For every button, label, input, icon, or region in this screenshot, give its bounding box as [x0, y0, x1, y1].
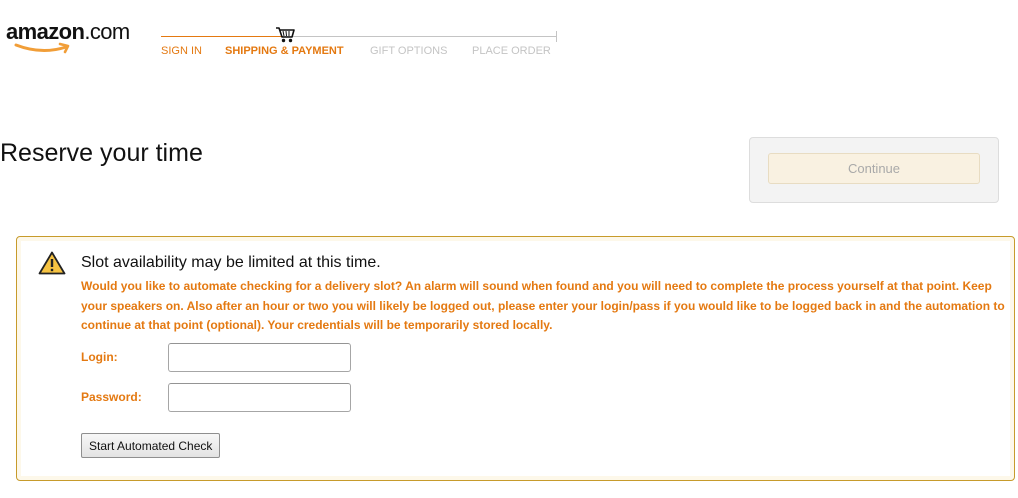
password-label: Password: [81, 390, 142, 404]
progress-line-pending [283, 36, 557, 37]
progress-endcap [556, 31, 557, 42]
alert-message: Would you like to automate checking for … [81, 279, 1005, 332]
amazon-logo[interactable]: amazon.com [6, 20, 146, 56]
logo-wordmark: amazon.com [6, 20, 146, 44]
cart-icon [276, 27, 295, 43]
alert-heading: Slot availability may be limited at this… [81, 254, 381, 271]
login-input[interactable] [168, 343, 351, 372]
checkout-page: amazon.com SIGN IN SHIPPING & PAYMENT GI… [0, 0, 1018, 498]
step-place-order: PLACE ORDER [472, 45, 551, 57]
start-automated-check-button[interactable]: Start Automated Check [81, 433, 221, 458]
page-title: Reserve your time [0, 139, 203, 167]
progress-line-complete [161, 36, 283, 37]
step-shipping-payment: SHIPPING & PAYMENT [225, 45, 344, 57]
slot-availability-alert: Slot availability may be limited at this… [16, 236, 1015, 481]
step-sign-in[interactable]: SIGN IN [161, 45, 202, 57]
continue-button[interactable]: Continue [768, 153, 980, 184]
logo-name: amazon [6, 19, 85, 44]
login-label: Login: [81, 350, 118, 364]
continue-panel: Continue [749, 137, 999, 203]
password-input[interactable] [168, 383, 351, 412]
checkout-progress: SIGN IN SHIPPING & PAYMENT GIFT OPTIONS … [161, 26, 561, 66]
amazon-smile-icon [14, 42, 70, 54]
logo-suffix: .com [84, 19, 130, 44]
step-gift-options: GIFT OPTIONS [370, 45, 448, 57]
warning-icon [38, 251, 66, 275]
